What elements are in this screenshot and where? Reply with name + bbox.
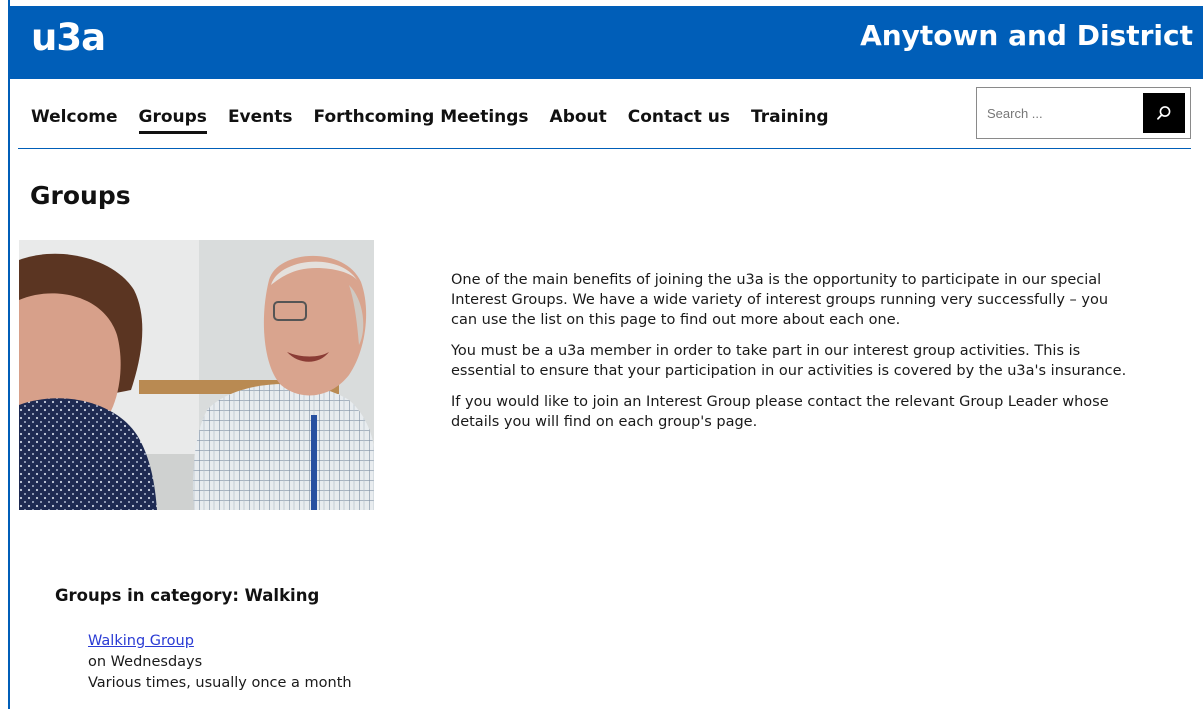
- nav-item-forthcoming-meetings[interactable]: Forthcoming Meetings: [314, 107, 529, 134]
- nav-item-groups[interactable]: Groups: [138, 107, 207, 134]
- intro-paragraph: One of the main benefits of joining the …: [451, 272, 1109, 328]
- nav-item-welcome[interactable]: Welcome: [31, 107, 118, 134]
- photo-illustration: [19, 240, 374, 510]
- main-navigation: Welcome Groups Events Forthcoming Meetin…: [31, 107, 850, 134]
- group-times: Various times, usually once a month: [88, 675, 352, 691]
- nav-item-training[interactable]: Training: [751, 107, 829, 134]
- nav-item-events[interactable]: Events: [228, 107, 293, 134]
- search-form: [976, 87, 1191, 139]
- site-header: u3a Anytown and District: [9, 6, 1203, 79]
- intro-paragraph: You must be a u3a member in order to tak…: [451, 343, 1127, 379]
- group-link-walking-group[interactable]: Walking Group: [88, 631, 352, 652]
- page-title: Groups: [30, 181, 131, 210]
- search-icon: [1157, 106, 1171, 120]
- groups-photo: [19, 240, 374, 510]
- left-border-rule: [8, 0, 10, 709]
- intro-paragraph: If you would like to join an Interest Gr…: [451, 394, 1109, 430]
- intro-text: One of the main benefits of joining the …: [451, 270, 1131, 443]
- nav-item-contact-us[interactable]: Contact us: [628, 107, 730, 134]
- page: u3a Anytown and District Welcome Groups …: [0, 0, 1203, 709]
- search-button[interactable]: [1143, 93, 1185, 133]
- search-input[interactable]: [978, 89, 1138, 137]
- list-item: Walking Group on Wednesdays Various time…: [88, 631, 352, 694]
- site-title[interactable]: Anytown and District: [860, 22, 1193, 50]
- category-heading: Groups in category: Walking: [55, 586, 320, 605]
- group-day: on Wednesdays: [88, 654, 203, 670]
- nav-item-about[interactable]: About: [550, 107, 607, 134]
- u3a-logo[interactable]: u3a: [31, 19, 106, 56]
- nav-divider: [18, 148, 1191, 149]
